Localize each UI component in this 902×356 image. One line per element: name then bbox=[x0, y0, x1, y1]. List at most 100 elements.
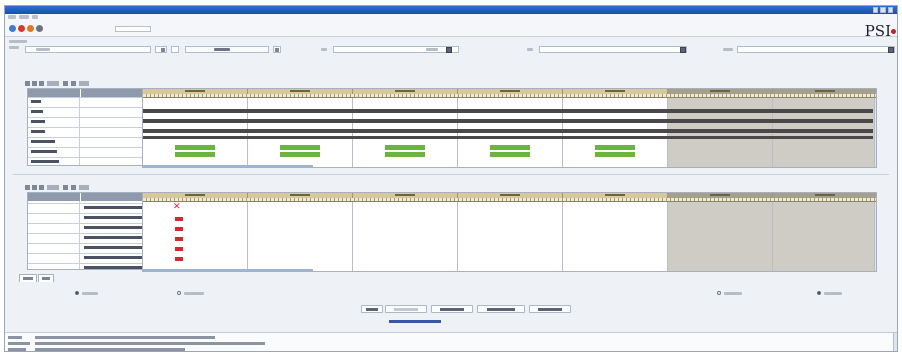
schedule-bar[interactable] bbox=[595, 145, 635, 150]
filter-field-4[interactable] bbox=[539, 46, 687, 53]
table-row[interactable] bbox=[28, 147, 156, 154]
grid-zoom-value bbox=[79, 185, 89, 190]
arrow-icon[interactable] bbox=[63, 81, 68, 86]
table-row[interactable] bbox=[28, 263, 156, 270]
grid-icon[interactable] bbox=[25, 185, 30, 190]
filter-field-1[interactable] bbox=[25, 46, 151, 53]
schedule-bar[interactable] bbox=[490, 152, 530, 157]
capacity-band[interactable] bbox=[143, 136, 873, 139]
filter-stepper[interactable] bbox=[155, 46, 167, 53]
table-row[interactable] bbox=[28, 127, 156, 134]
filter-label-5 bbox=[723, 48, 733, 51]
capacity-band[interactable] bbox=[143, 129, 873, 133]
menu-item-2[interactable] bbox=[19, 15, 29, 19]
table-row[interactable] bbox=[28, 243, 156, 250]
action-button-4[interactable] bbox=[477, 305, 525, 313]
schedule-bar[interactable] bbox=[385, 152, 425, 157]
table-row[interactable] bbox=[28, 213, 156, 220]
lower-grid-header-1[interactable] bbox=[28, 193, 80, 201]
schedule-bar[interactable] bbox=[595, 152, 635, 157]
upper-grid-toolbar bbox=[25, 80, 125, 88]
action-button-1[interactable] bbox=[361, 305, 383, 313]
conflict-marker[interactable] bbox=[175, 237, 183, 241]
capacity-band[interactable] bbox=[143, 119, 873, 123]
option-radio-4[interactable] bbox=[817, 291, 821, 295]
schedule-bar[interactable] bbox=[280, 152, 320, 157]
option-radio-2[interactable] bbox=[177, 291, 181, 295]
close-button[interactable] bbox=[887, 7, 893, 13]
toolbar-selector[interactable] bbox=[115, 26, 151, 32]
schedule-bar[interactable] bbox=[385, 145, 425, 150]
calendar-icon[interactable] bbox=[446, 47, 452, 53]
maximize-button[interactable] bbox=[880, 7, 886, 13]
capacity-band[interactable] bbox=[143, 109, 873, 113]
arrow-icon[interactable] bbox=[63, 185, 68, 190]
status-label bbox=[8, 336, 22, 339]
zoom-icon[interactable] bbox=[71, 185, 76, 190]
vertical-scrollbar[interactable] bbox=[874, 202, 876, 271]
schedule-bar[interactable] bbox=[175, 152, 215, 157]
stop-icon[interactable] bbox=[18, 25, 25, 32]
upper-grid-header-1[interactable] bbox=[28, 89, 80, 97]
export-icon[interactable] bbox=[39, 81, 44, 86]
filter-panel bbox=[5, 38, 897, 66]
table-row[interactable] bbox=[28, 117, 156, 124]
menu-item-1[interactable] bbox=[8, 15, 16, 19]
action-button-3[interactable] bbox=[431, 305, 473, 313]
option-label-2 bbox=[184, 292, 204, 295]
filter-field-2-dropdown[interactable] bbox=[273, 46, 281, 53]
conflict-marker[interactable] bbox=[175, 257, 183, 261]
table-row[interactable] bbox=[28, 157, 156, 164]
conflict-marker[interactable] bbox=[175, 247, 183, 251]
grid-count bbox=[47, 185, 59, 190]
upper-gantt-chart[interactable] bbox=[142, 88, 877, 168]
conflict-marker[interactable] bbox=[175, 227, 183, 231]
conflict-icon[interactable]: ✕ bbox=[173, 203, 181, 212]
filter-stepper-2[interactable] bbox=[171, 46, 179, 53]
vertical-scrollbar[interactable] bbox=[893, 333, 897, 351]
filter-icon[interactable] bbox=[32, 185, 37, 190]
horizontal-scrollbar[interactable] bbox=[143, 165, 313, 167]
menu-item-3[interactable] bbox=[32, 15, 38, 19]
filter-field-5[interactable] bbox=[737, 46, 895, 53]
footer-link[interactable] bbox=[389, 320, 441, 323]
filter-field-2[interactable] bbox=[185, 46, 269, 53]
option-radio-3[interactable] bbox=[717, 291, 721, 295]
filter-icon[interactable] bbox=[32, 81, 37, 86]
option-label-1 bbox=[82, 292, 98, 295]
calendar-icon[interactable] bbox=[888, 47, 894, 53]
refresh-icon[interactable] bbox=[27, 25, 34, 32]
conflict-marker[interactable] bbox=[175, 217, 183, 221]
schedule-bar[interactable] bbox=[175, 145, 215, 150]
calendar-icon[interactable] bbox=[680, 47, 686, 53]
vertical-scrollbar[interactable] bbox=[874, 98, 876, 167]
save-icon[interactable] bbox=[9, 25, 16, 32]
tab-1[interactable] bbox=[19, 274, 37, 282]
title-bar bbox=[5, 6, 897, 14]
action-button-5[interactable] bbox=[529, 305, 571, 313]
schedule-bar[interactable] bbox=[280, 145, 320, 150]
action-button-2[interactable] bbox=[385, 305, 427, 313]
table-row[interactable] bbox=[28, 97, 156, 104]
horizontal-scrollbar[interactable] bbox=[143, 269, 313, 271]
settings-icon[interactable] bbox=[36, 25, 43, 32]
filter-field-3[interactable] bbox=[333, 46, 459, 53]
minimize-button[interactable] bbox=[873, 7, 879, 13]
zoom-icon[interactable] bbox=[71, 81, 76, 86]
table-row[interactable] bbox=[28, 233, 156, 240]
tab-2[interactable] bbox=[38, 274, 54, 282]
table-row[interactable] bbox=[28, 107, 156, 114]
grid-count bbox=[47, 81, 59, 86]
table-row[interactable] bbox=[28, 223, 156, 230]
status-line bbox=[35, 342, 265, 345]
upper-grid-table bbox=[27, 88, 158, 166]
schedule-bar[interactable] bbox=[490, 145, 530, 150]
table-row[interactable] bbox=[28, 203, 156, 210]
grid-icon[interactable] bbox=[25, 81, 30, 86]
option-radio-1[interactable] bbox=[75, 291, 79, 295]
export-icon[interactable] bbox=[39, 185, 44, 190]
table-row[interactable] bbox=[28, 253, 156, 260]
status-area bbox=[5, 332, 897, 351]
lower-gantt-chart[interactable]: ✕ bbox=[142, 192, 877, 272]
table-row[interactable] bbox=[28, 137, 156, 144]
